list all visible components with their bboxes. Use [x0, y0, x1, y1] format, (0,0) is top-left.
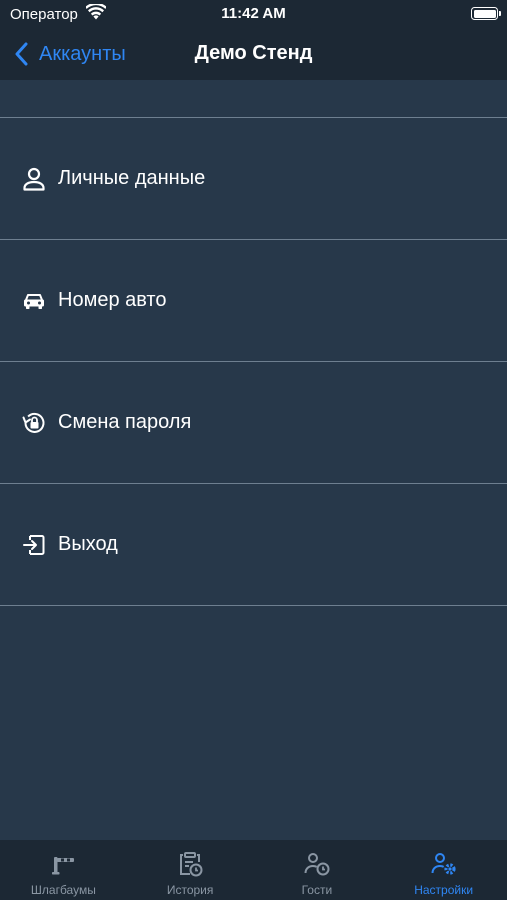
menu-item-personal-data[interactable]: Личные данные	[0, 118, 507, 240]
tab-label: Шлагбаумы	[30, 883, 96, 897]
tab-bar: Шлагбаумы История Гости Настройки	[0, 840, 507, 900]
barrier-icon	[48, 849, 78, 879]
battery-icon	[471, 7, 501, 20]
tab-label: Настройки	[414, 883, 474, 897]
navigation-bar: Аккаунты Демо Стенд	[0, 28, 507, 80]
menu-top-spacer	[0, 80, 507, 118]
tab-settings[interactable]: Настройки	[380, 840, 507, 900]
screen: Оператор 11:42 AM Аккаунты Демо Стенд Ли…	[0, 0, 507, 900]
menu-item-change-password[interactable]: Смена пароля	[0, 362, 507, 484]
tab-label: История	[166, 883, 214, 897]
page-title: Демо Стенд	[194, 42, 313, 64]
status-time: 11:42 AM	[221, 5, 286, 22]
menu-item-label: Личные данные	[58, 167, 206, 189]
menu-item-label: Номер авто	[58, 289, 167, 311]
tab-label: Гости	[301, 883, 333, 897]
menu-item-car-number[interactable]: Номер авто	[0, 240, 507, 362]
tab-history[interactable]: История	[127, 840, 254, 900]
status-bar: Оператор 11:42 AM	[0, 0, 507, 28]
menu-item-label: Смена пароля	[58, 411, 192, 433]
car-icon	[20, 287, 48, 315]
menu-item-logout[interactable]: Выход	[0, 484, 507, 606]
logout-icon	[20, 531, 48, 559]
settings-user-icon	[429, 849, 459, 879]
menu-item-label: Выход	[58, 533, 118, 555]
tab-guests[interactable]: Гости	[254, 840, 381, 900]
password-reset-icon	[20, 409, 48, 437]
guests-icon	[302, 849, 332, 879]
history-icon	[175, 849, 205, 879]
settings-menu: Личные данные Номер авто Смена пароля Вы…	[0, 80, 507, 606]
person-icon	[20, 165, 48, 193]
tab-barriers[interactable]: Шлагбаумы	[0, 840, 127, 900]
